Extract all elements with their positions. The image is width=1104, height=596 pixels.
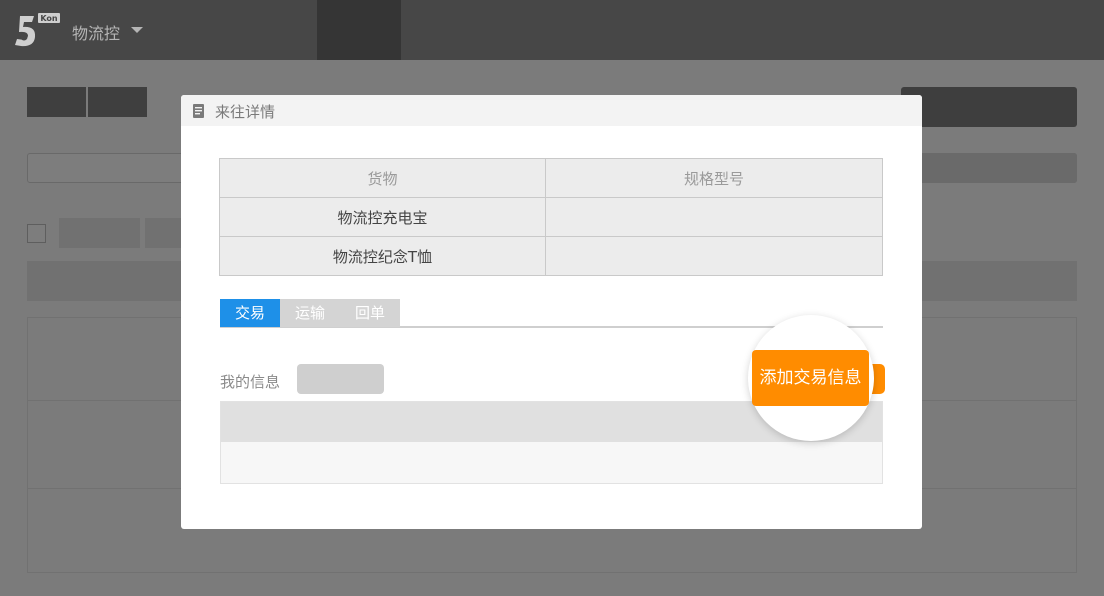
background-button bbox=[27, 87, 86, 117]
table-header-row: 货物 规格型号 bbox=[219, 158, 883, 198]
chevron-down-icon[interactable] bbox=[131, 27, 143, 33]
transaction-details-dialog: 来往详情 货物 规格型号 物流控充电宝 物流控纪念T恤 交易 运输 回单 我的信… bbox=[181, 95, 922, 529]
background-button bbox=[88, 87, 147, 117]
dialog-header: 来往详情 bbox=[181, 95, 922, 126]
top-nav-active-tab[interactable] bbox=[317, 0, 401, 60]
goods-cell: 物流控充电宝 bbox=[219, 197, 546, 237]
document-icon bbox=[193, 104, 204, 118]
top-navigation-bar: Kon 物流控 bbox=[0, 0, 1104, 60]
column-header-spec-model: 规格型号 bbox=[545, 158, 883, 198]
background-select-all-checkbox bbox=[27, 224, 46, 243]
app-switcher-label[interactable]: 物流控 bbox=[72, 20, 120, 44]
background-search-button bbox=[901, 153, 1077, 183]
dialog-title: 来往详情 bbox=[215, 103, 276, 121]
spec-cell bbox=[545, 197, 883, 237]
tab-transport[interactable]: 运输 bbox=[280, 299, 340, 327]
add-trade-info-button[interactable]: 添加交易信息 bbox=[752, 350, 869, 406]
column-header-goods: 货物 bbox=[219, 158, 546, 198]
my-info-label: 我的信息 bbox=[220, 373, 281, 391]
goods-table: 货物 规格型号 物流控充电宝 物流控纪念T恤 bbox=[219, 158, 883, 276]
background-filter-button bbox=[59, 218, 140, 248]
svg-text:Kon: Kon bbox=[40, 14, 58, 23]
tab-receipt[interactable]: 回单 bbox=[340, 299, 400, 327]
spec-cell bbox=[545, 236, 883, 276]
my-info-placeholder bbox=[297, 364, 384, 394]
table-row bbox=[221, 442, 882, 483]
app-logo-icon: Kon bbox=[15, 13, 60, 47]
table-row: 物流控充电宝 bbox=[219, 197, 883, 237]
tab-trade[interactable]: 交易 bbox=[220, 299, 280, 327]
background-primary-button bbox=[901, 87, 1077, 127]
table-row: 物流控纪念T恤 bbox=[219, 236, 883, 276]
goods-cell: 物流控纪念T恤 bbox=[219, 236, 546, 276]
